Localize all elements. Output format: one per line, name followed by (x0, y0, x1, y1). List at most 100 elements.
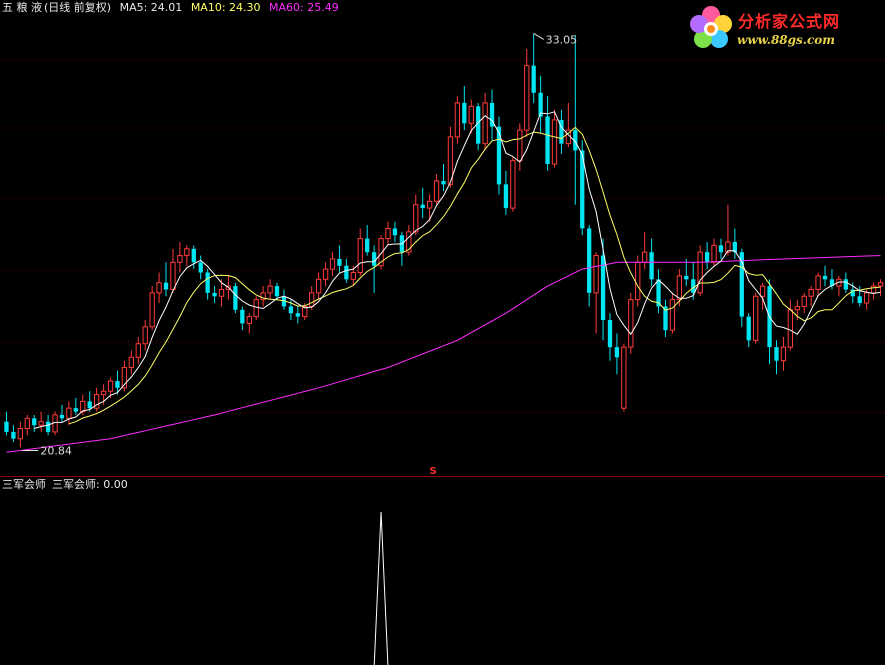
candle-body (684, 275, 689, 280)
candle-body (787, 309, 794, 348)
ma5-label: MA5: 24.01 (119, 1, 183, 14)
candle-body (843, 279, 848, 290)
candle-body (607, 320, 613, 348)
candle-body (322, 268, 329, 280)
ma5-line (34, 111, 881, 429)
candle-body (115, 381, 120, 388)
candle-body (649, 252, 654, 280)
period-label: (日线 前复权) (44, 1, 112, 14)
candle-body (128, 356, 134, 368)
ma60-label: MA60: 25.49 (269, 1, 339, 14)
candle-body (142, 326, 148, 345)
flower-icon (690, 6, 732, 48)
candle-body (191, 248, 196, 263)
candle-body (676, 275, 683, 301)
candle-body (80, 400, 86, 413)
candle-body (73, 408, 78, 412)
indicator-name: 三军会师 (2, 478, 46, 491)
candle-body (32, 418, 37, 426)
candle-body (66, 407, 72, 419)
candle-body (246, 316, 252, 324)
candle-body (587, 228, 592, 293)
ma10-line (68, 126, 881, 425)
candle-body (11, 431, 16, 439)
logo-url: www.88gs.com (737, 33, 835, 47)
candle-body (780, 346, 787, 362)
candle-body (468, 105, 474, 124)
candle-body (240, 309, 245, 324)
candle-body (822, 275, 828, 280)
candle-body (156, 282, 162, 294)
candle-body (462, 102, 467, 124)
candle-body (274, 286, 280, 297)
candle-body (212, 292, 217, 297)
candle-body (711, 244, 717, 263)
candle-body (531, 65, 536, 93)
candle-body (59, 414, 65, 419)
candle-body (510, 160, 516, 209)
candle-body (691, 279, 696, 293)
candle-body (454, 102, 461, 138)
candle-body (205, 272, 210, 293)
candle-body (385, 227, 391, 240)
candle-body (392, 228, 398, 236)
candle-body (433, 180, 440, 202)
candle-body (107, 380, 114, 392)
candle-body (218, 288, 225, 297)
candle-body (759, 285, 766, 297)
candle-body (697, 251, 703, 294)
candle-body (704, 252, 710, 263)
candle-body (517, 129, 523, 162)
high-label: 33.05 (546, 33, 578, 46)
candle-body (441, 180, 446, 185)
candle-body (420, 204, 425, 209)
candle-body (350, 272, 356, 280)
candle-body (593, 255, 599, 294)
logo-title: 分析家公式网 (738, 12, 841, 31)
indicator-value: 三军会师: 0.00 (52, 478, 128, 491)
candle-body (184, 248, 190, 257)
candle-body (482, 102, 488, 145)
candle-body (253, 299, 259, 318)
candle-body (753, 295, 759, 341)
candle-body (794, 305, 800, 311)
site-logo[interactable]: 分析家公式网 www.88gs.com (683, 0, 883, 56)
high-pointer (533, 33, 544, 40)
candle-body (100, 390, 107, 396)
candle-body (177, 255, 183, 263)
candle-body (621, 346, 627, 409)
candle-body (329, 258, 336, 270)
candle-body (233, 286, 238, 310)
candle-body (170, 261, 176, 290)
candle-body (801, 295, 807, 307)
candle-body (496, 126, 502, 185)
ma10-label: MA10: 24.30 (190, 1, 261, 14)
candle-body (551, 119, 558, 165)
candle-body (365, 238, 370, 253)
indicator-line (373, 511, 389, 665)
candle-body (815, 275, 821, 290)
candle-body (295, 313, 300, 317)
candle-body (315, 278, 322, 294)
candle-body (864, 292, 870, 304)
candle-body (357, 238, 363, 274)
candle-body (288, 306, 294, 314)
candle-body (669, 299, 676, 331)
candle-body (808, 288, 814, 297)
candle-body (614, 347, 620, 358)
candle-body (870, 285, 877, 294)
main-chart-header: 五 粮 液 (日线 前复权) MA5: 24.01 MA10: 24.30 MA6… (2, 1, 344, 15)
candle-body (877, 282, 884, 287)
indicator-header: 三军会师 三军会师: 0.00 (2, 478, 128, 492)
candle-body (337, 258, 342, 266)
candle-body (524, 65, 530, 131)
candle-body (17, 428, 23, 440)
candle-body (746, 316, 751, 341)
candle-body (4, 421, 9, 432)
candle-body (38, 421, 44, 426)
candle-body (774, 347, 779, 361)
signal-marker: S (429, 466, 436, 477)
low-label: 20.84 (40, 445, 71, 458)
candle-body (87, 401, 92, 409)
stock-chart: 33.05 20.84 S (0, 33, 885, 665)
